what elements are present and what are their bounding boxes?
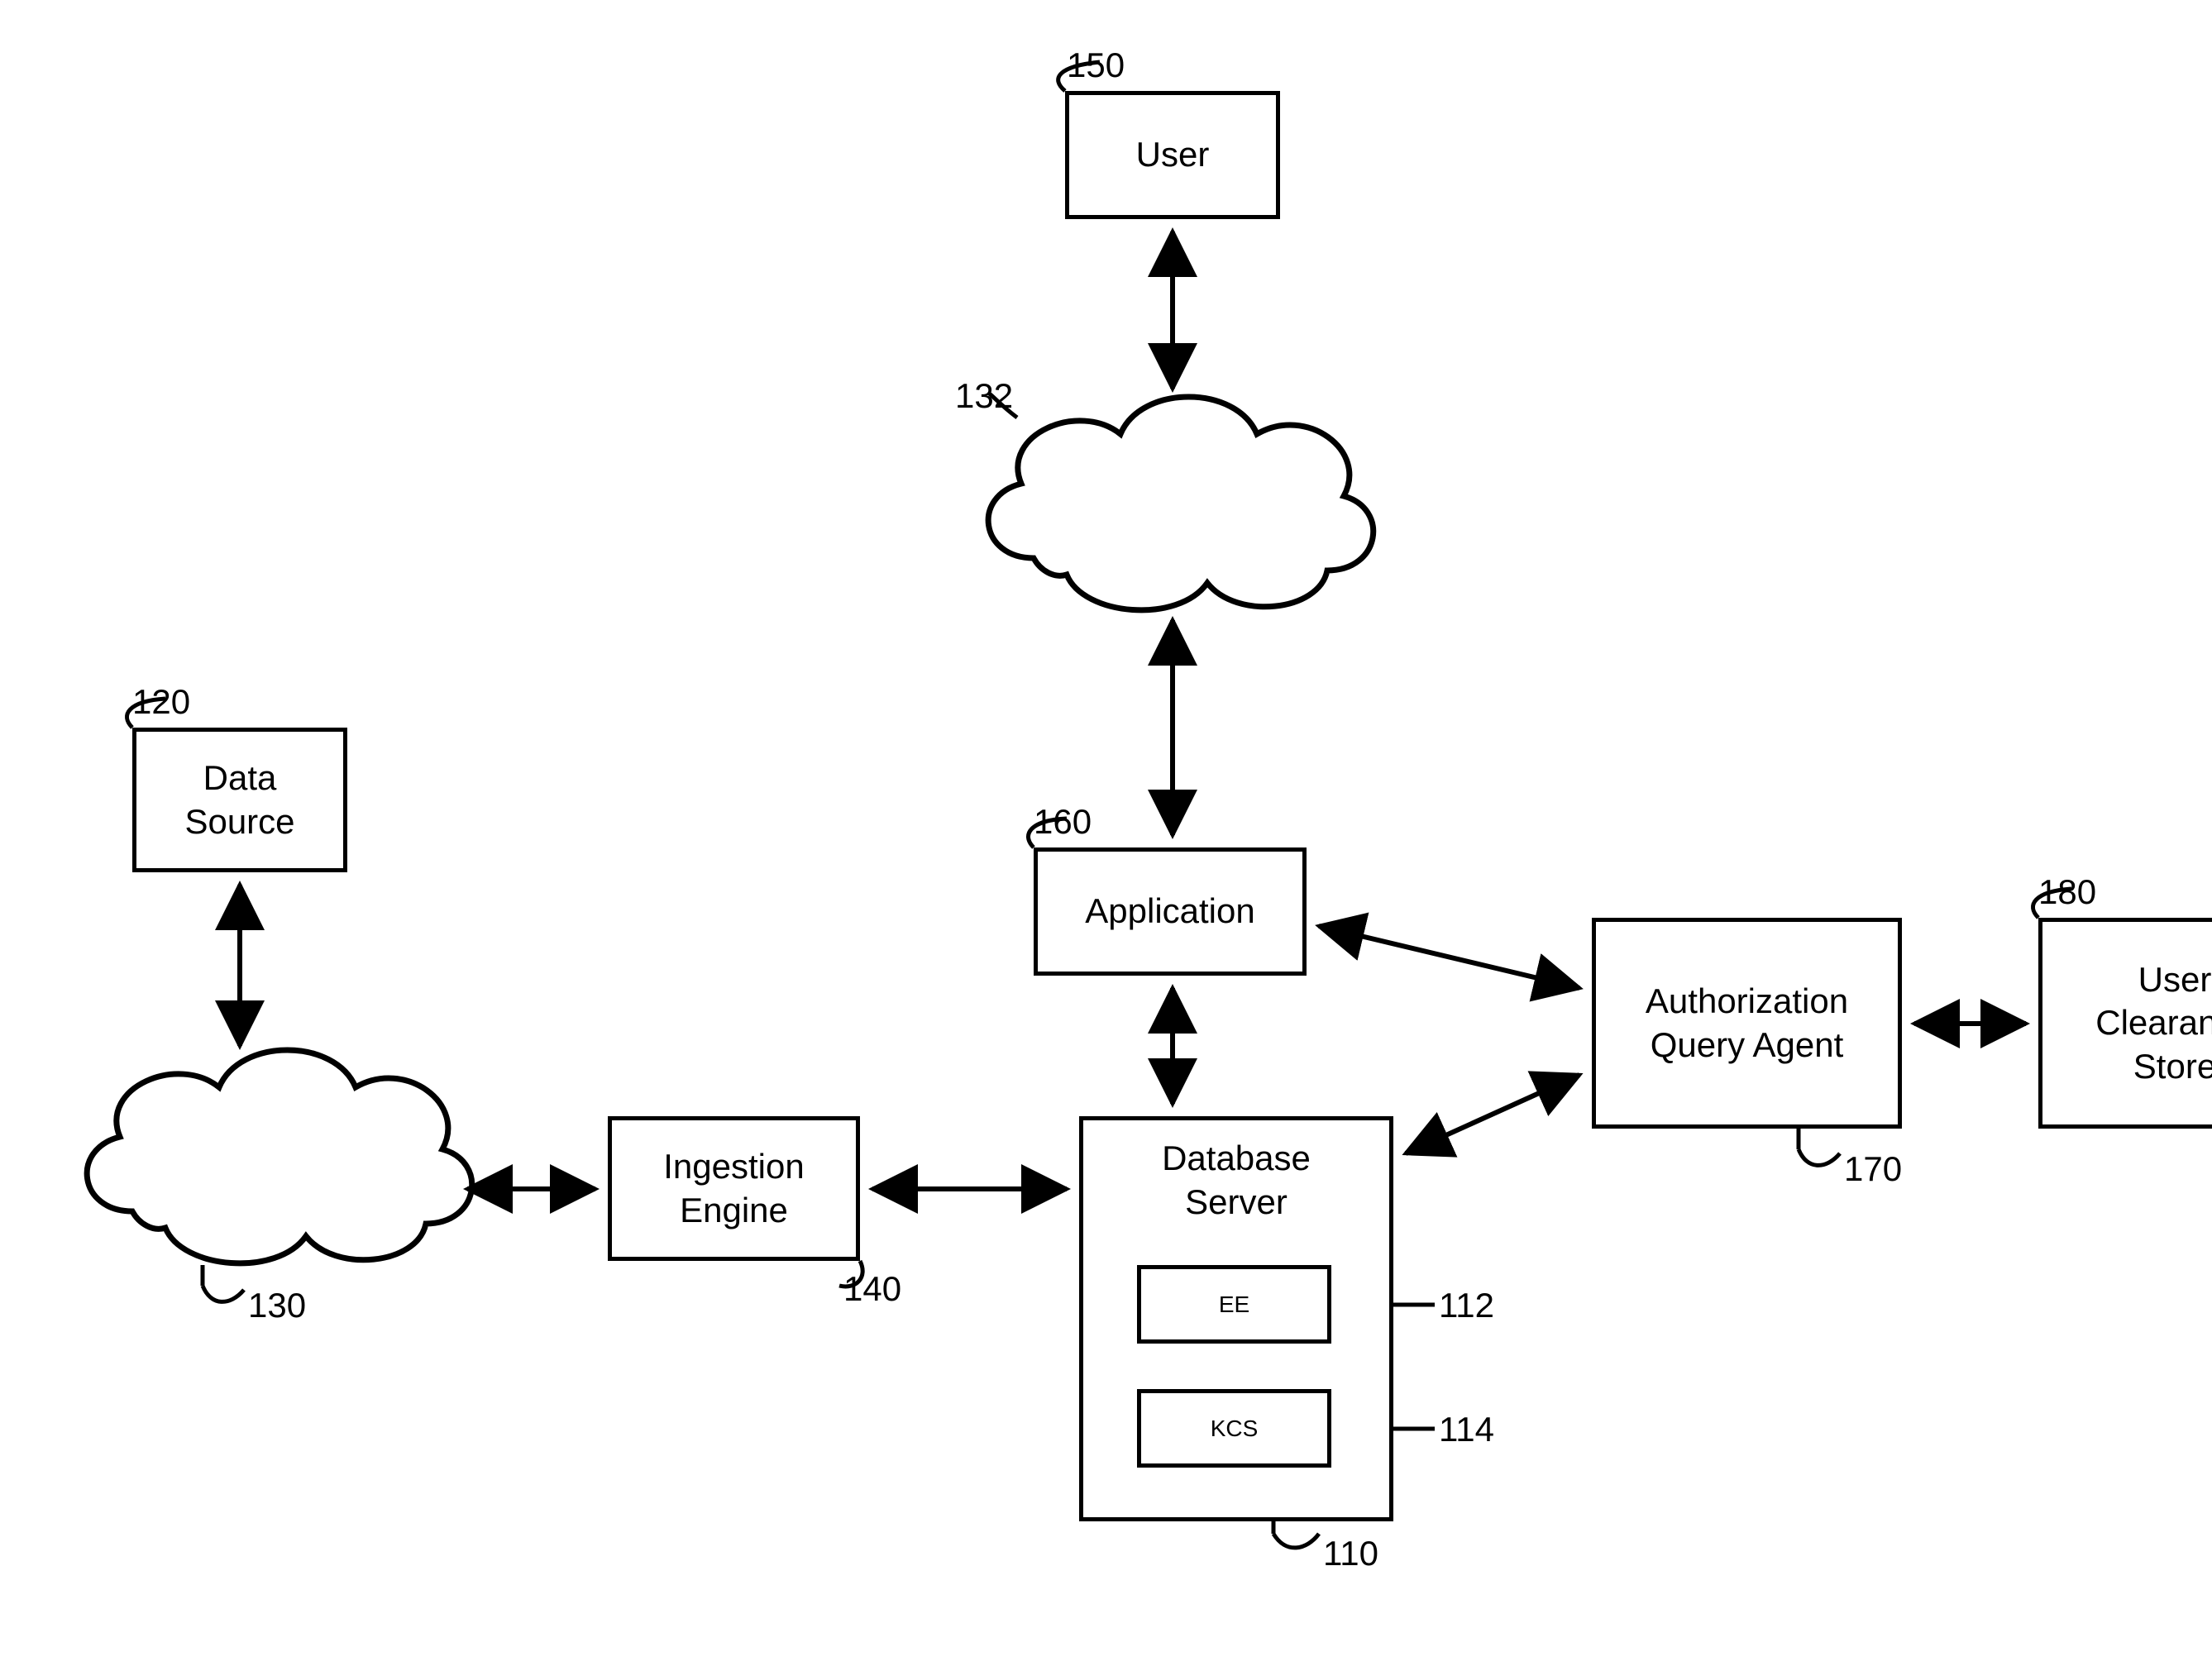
arrow-application-auth bbox=[1319, 926, 1579, 988]
diagram-stage: User 150 Data Source 120 Application 160… bbox=[0, 0, 2212, 1671]
connectors bbox=[0, 0, 2212, 1671]
arrow-db-auth bbox=[1406, 1075, 1579, 1153]
